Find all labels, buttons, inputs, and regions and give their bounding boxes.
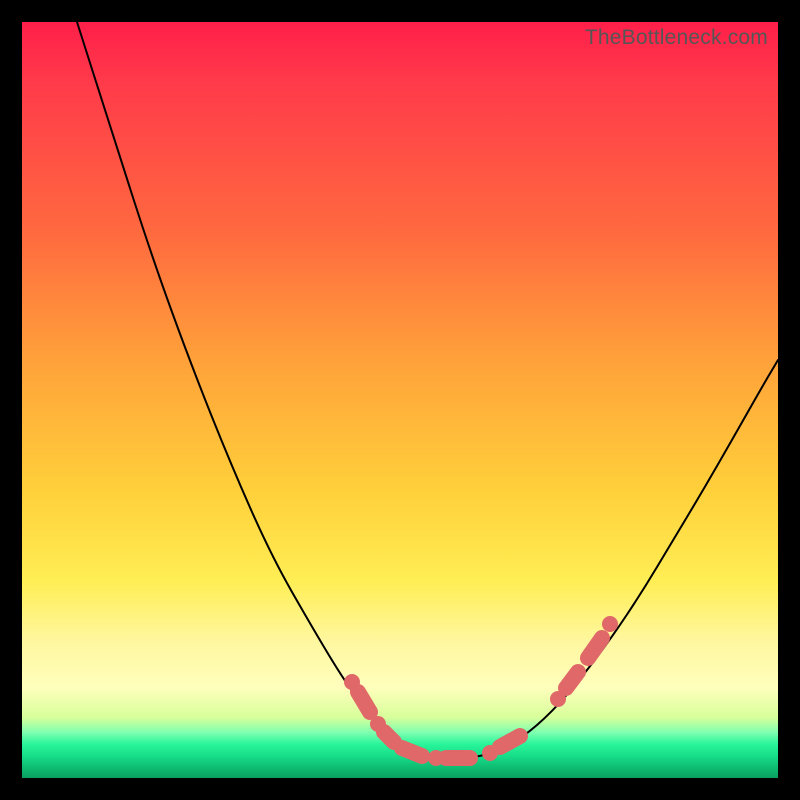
bottleneck-curve: [77, 22, 778, 758]
chart-overlay: [22, 22, 778, 778]
chart-frame: TheBottleneck.com: [0, 0, 800, 800]
plot-area: TheBottleneck.com: [22, 22, 778, 778]
data-segment: [500, 736, 520, 747]
data-segment: [588, 638, 602, 658]
data-segment: [384, 732, 394, 742]
data-segment: [402, 748, 422, 756]
data-markers: [344, 616, 618, 766]
data-segment: [358, 692, 370, 712]
data-segment: [566, 672, 578, 688]
data-point: [602, 616, 618, 632]
